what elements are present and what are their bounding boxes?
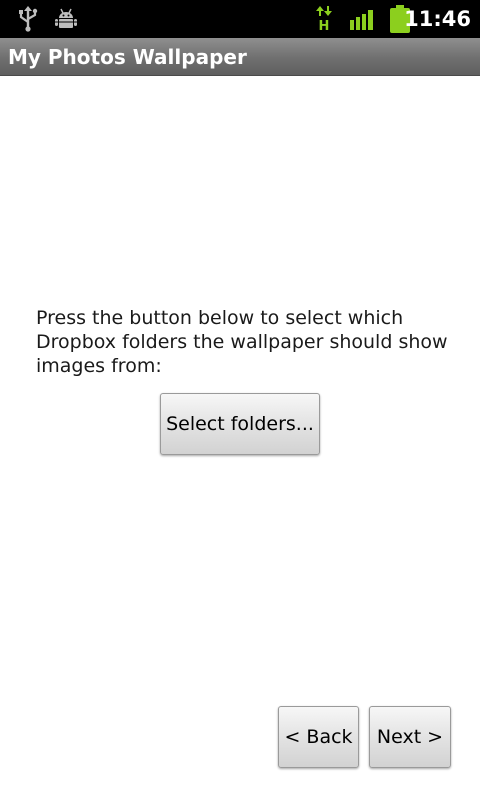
data-transfer-icon: H: [316, 6, 332, 32]
android-debug-icon: [55, 8, 77, 28]
app-title-bar: My Photos Wallpaper: [0, 38, 480, 76]
clock: 11:46: [404, 7, 471, 31]
signal-icon: [350, 10, 373, 30]
next-button[interactable]: Next >: [369, 706, 451, 768]
network-type-label: H: [319, 19, 330, 32]
app-title: My Photos Wallpaper: [8, 45, 247, 69]
back-button[interactable]: < Back: [278, 706, 359, 768]
select-folders-button[interactable]: Select folders...: [160, 393, 320, 455]
status-bar: H 11:46: [0, 0, 480, 38]
usb-icon: [19, 6, 38, 32]
instructions-text: Press the button below to select which D…: [36, 307, 448, 377]
